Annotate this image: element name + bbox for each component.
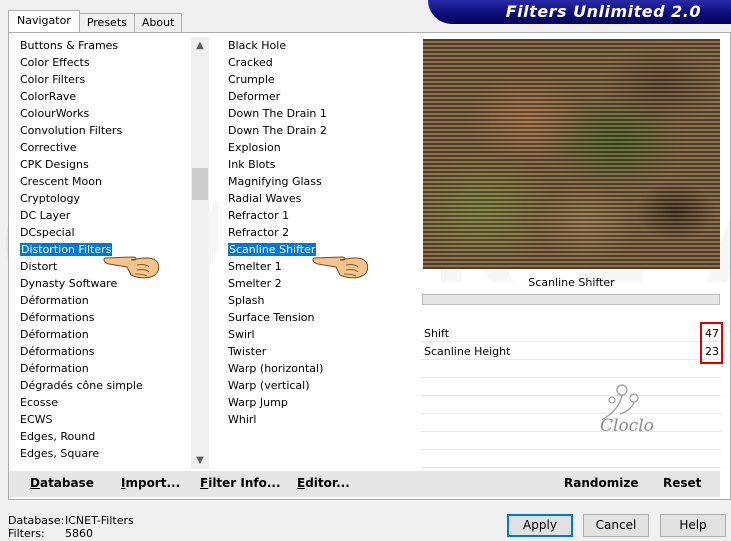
list-item[interactable]: Black Hole bbox=[226, 37, 413, 54]
list-item[interactable]: Warp (horizontal) bbox=[226, 360, 413, 377]
import-button[interactable]: Import... bbox=[121, 476, 180, 490]
list-item[interactable]: Swirl bbox=[226, 326, 413, 343]
param-row-scanline-height[interactable]: Scanline Height 23 bbox=[421, 343, 721, 360]
list-item[interactable]: Warp (vertical) bbox=[226, 377, 413, 394]
list-item[interactable]: DC Layer bbox=[18, 207, 210, 224]
list-item[interactable]: ColourWorks bbox=[18, 105, 210, 122]
list-item[interactable]: Color Filters bbox=[18, 71, 210, 88]
list-item[interactable]: Dégradés cône simple bbox=[18, 377, 210, 394]
param-row-empty bbox=[421, 361, 721, 378]
list-item[interactable]: Surface Tension bbox=[226, 309, 413, 326]
title-banner: Filters Unlimited 2.0 bbox=[428, 0, 731, 24]
tab-bar: Navigator Presets About bbox=[8, 10, 183, 32]
param-row-empty bbox=[421, 415, 721, 432]
tab-about[interactable]: About bbox=[133, 13, 183, 32]
preview-caption: Scanline Shifter bbox=[528, 276, 615, 289]
tab-presets[interactable]: Presets bbox=[78, 13, 135, 32]
list-item[interactable]: Explosion bbox=[226, 139, 413, 156]
list-item[interactable]: Cracked bbox=[226, 54, 413, 71]
list-item[interactable]: Magnifying Glass bbox=[226, 173, 413, 190]
status-value: 5860 bbox=[65, 527, 93, 540]
param-row-empty bbox=[421, 451, 721, 468]
apply-button[interactable]: Apply bbox=[507, 514, 573, 537]
list-item[interactable]: ECWS bbox=[18, 411, 210, 428]
logo-text: Cloclo bbox=[600, 416, 654, 436]
list-item[interactable]: ColorRave bbox=[18, 88, 210, 105]
toolbar: Database Import... Filter Info... Editor… bbox=[9, 471, 720, 497]
param-row-shift[interactable]: Shift 47 bbox=[421, 325, 721, 342]
database-button[interactable]: Database bbox=[30, 476, 94, 490]
value-highlight-frame bbox=[700, 322, 723, 364]
editor-button[interactable]: Editor... bbox=[297, 476, 350, 490]
progress-bar bbox=[422, 294, 720, 305]
param-row-empty bbox=[421, 433, 721, 450]
list-item[interactable]: Down The Drain 1 bbox=[226, 105, 413, 122]
list-item[interactable]: Déformation bbox=[18, 292, 210, 309]
randomize-button[interactable]: Randomize bbox=[564, 476, 638, 490]
list-item[interactable]: Whirl bbox=[226, 411, 413, 428]
list-item[interactable]: Déformation bbox=[18, 360, 210, 377]
list-item[interactable]: Refractor 2 bbox=[226, 224, 413, 241]
list-item[interactable]: Buttons & Frames bbox=[18, 37, 210, 54]
list-item[interactable]: Splash bbox=[226, 292, 413, 309]
list-item[interactable]: Cryptology bbox=[18, 190, 210, 207]
help-button[interactable]: Help bbox=[660, 514, 726, 537]
status-label: Filters: bbox=[8, 527, 45, 540]
list-item[interactable]: DCspecial bbox=[18, 224, 210, 241]
list-item[interactable]: Warp Jump bbox=[226, 394, 413, 411]
pointing-hand-icon bbox=[103, 256, 160, 279]
reset-button[interactable]: Reset bbox=[663, 476, 701, 490]
list-item[interactable]: Down The Drain 2 bbox=[226, 122, 413, 139]
pointing-hand-icon bbox=[312, 256, 369, 279]
list-item[interactable]: Déformations bbox=[18, 309, 210, 326]
list-item[interactable]: Ink Blots bbox=[226, 156, 413, 173]
list-item[interactable]: Déformations bbox=[18, 343, 210, 360]
list-item[interactable]: CPK Designs bbox=[18, 156, 210, 173]
list-item[interactable]: Déformation bbox=[18, 326, 210, 343]
list-item[interactable]: Twister bbox=[226, 343, 413, 360]
param-row-empty bbox=[421, 379, 721, 396]
list-item[interactable]: Ecosse bbox=[18, 394, 210, 411]
filter-info-button[interactable]: Filter Info... bbox=[200, 476, 281, 490]
param-label: Shift bbox=[424, 327, 450, 340]
scanline-overlay bbox=[423, 39, 720, 269]
list-item[interactable]: Crescent Moon bbox=[18, 173, 210, 190]
scroll-up-icon[interactable]: ▲ bbox=[191, 37, 209, 54]
list-item[interactable]: Deformer bbox=[226, 88, 413, 105]
parameter-list: Shift 47 Scanline Height 23 bbox=[421, 316, 721, 468]
list-item[interactable]: Refractor 1 bbox=[226, 207, 413, 224]
scroll-down-icon[interactable]: ▼ bbox=[191, 452, 209, 469]
status-value: ICNET-Filters bbox=[65, 514, 134, 527]
list-item[interactable]: Edges, Round bbox=[18, 428, 210, 445]
list-item[interactable]: Color Effects bbox=[18, 54, 210, 71]
scroll-thumb[interactable] bbox=[192, 168, 208, 200]
list-item[interactable]: Radial Waves bbox=[226, 190, 413, 207]
list-item[interactable]: Crumple bbox=[226, 71, 413, 88]
cancel-button[interactable]: Cancel bbox=[583, 514, 649, 537]
param-row-empty bbox=[421, 397, 721, 414]
list-item[interactable]: Edges, Square bbox=[18, 445, 210, 462]
app-title: Filters Unlimited 2.0 bbox=[505, 2, 701, 21]
status-label: Database: bbox=[8, 514, 65, 527]
preview-image bbox=[423, 39, 720, 269]
list-item[interactable]: Corrective bbox=[18, 139, 210, 156]
cloclo-logo: Cloclo bbox=[572, 376, 672, 438]
status-info: Database: ICNET-Filters Filters: 5860 bbox=[8, 514, 134, 540]
list-item[interactable]: Convolution Filters bbox=[18, 122, 210, 139]
category-scrollbar[interactable]: ▲ ▼ bbox=[191, 37, 209, 469]
tab-navigator[interactable]: Navigator bbox=[8, 10, 80, 32]
param-label: Scanline Height bbox=[424, 345, 511, 358]
